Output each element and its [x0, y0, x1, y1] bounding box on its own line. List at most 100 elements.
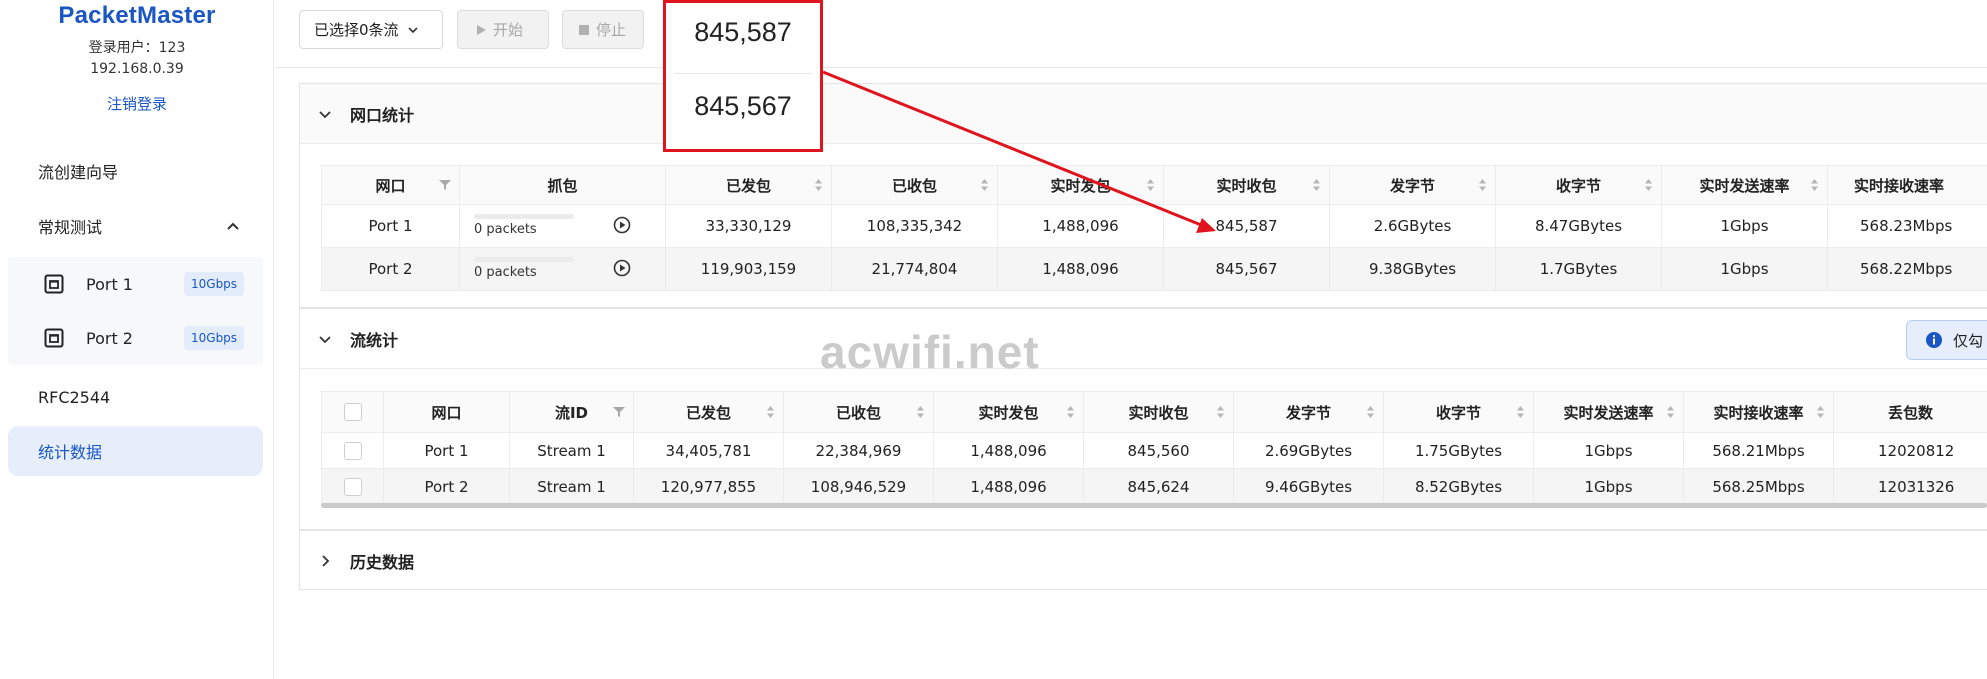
cell-rx-rate: 568.21Mbps — [1683, 432, 1834, 469]
horizontal-scrollbar[interactable] — [321, 503, 1987, 508]
row-checkbox[interactable] — [343, 477, 362, 496]
col-header-label: 实时发包 — [978, 403, 1039, 422]
sidebar-item-port1[interactable]: Port 1 10Gbps — [8, 257, 263, 311]
sidebar-item-label: Port 1 — [86, 274, 133, 294]
sort-icon[interactable] — [1312, 178, 1321, 192]
filter-icon[interactable] — [439, 179, 451, 191]
info-only-checked-button[interactable]: 仅勾 — [1906, 320, 1987, 360]
panel-title: 流统计 — [350, 330, 399, 350]
cell-recv: 21,774,804 — [831, 247, 998, 291]
col-header[interactable]: 实时发包 — [997, 165, 1164, 205]
row-checkbox[interactable] — [343, 441, 362, 460]
cell-bytes-sent: 9.46GBytes — [1233, 468, 1384, 505]
col-header[interactable]: 实时发送速率 — [1533, 391, 1684, 433]
cell-tx-rate: 1Gbps — [1533, 468, 1684, 505]
table-row: Port 1 Stream 1 34,405,781 22,384,969 1,… — [321, 432, 1987, 469]
col-header[interactable]: 实时收包 — [1083, 391, 1234, 433]
sidebar-item-flow-wizard[interactable]: 流创建向导 — [8, 146, 263, 196]
col-header[interactable]: 已发包 — [633, 391, 784, 433]
sidebar-item-label: 流创建向导 — [38, 163, 119, 182]
col-header-label: 流ID — [554, 403, 589, 422]
ethernet-port-icon — [44, 328, 64, 348]
sort-icon[interactable] — [1478, 178, 1487, 192]
col-header[interactable]: 已收包 — [783, 391, 934, 433]
cell-bytes-recv: 1.75GBytes — [1383, 432, 1534, 469]
cell-capture: 0 packets — [459, 247, 666, 291]
col-header-label: 实时收包 — [1128, 403, 1189, 422]
sort-icon[interactable] — [1366, 405, 1375, 419]
history-header[interactable]: 历史数据 — [300, 531, 1987, 591]
start-button[interactable]: 开始 — [457, 10, 549, 49]
col-header-label: 已发包 — [685, 403, 731, 422]
col-header[interactable]: 实时接收速率 — [1827, 165, 1987, 205]
flow-select-dropdown[interactable]: 已选择0条流 — [299, 10, 443, 49]
port-stats-header[interactable]: 网口统计 — [300, 84, 1987, 144]
col-header-label: 实时接收速率 — [1713, 403, 1804, 422]
col-header[interactable]: 流ID — [509, 391, 634, 433]
cell-sent: 120,977,855 — [633, 468, 784, 505]
sidebar-item-regular-test[interactable]: 常规测试 — [8, 201, 263, 251]
play-capture-icon[interactable] — [613, 259, 631, 277]
sort-icon[interactable] — [766, 405, 775, 419]
sidebar-item-label: 常规测试 — [38, 218, 103, 237]
col-header-label: 收字节 — [1435, 403, 1481, 422]
flow-stats-header[interactable]: 流统计 — [300, 309, 1987, 369]
filter-icon[interactable] — [613, 406, 625, 418]
cell-tx-rate: 1Gbps — [1661, 204, 1828, 248]
col-header[interactable]: 实时发送速率 — [1661, 165, 1828, 205]
sidebar-item-port2[interactable]: Port 2 10Gbps — [8, 311, 263, 365]
col-header-label: 实时发包 — [1050, 176, 1111, 195]
col-header-label: 收字节 — [1555, 176, 1601, 195]
device-ip: 192.168.0.39 — [90, 61, 184, 77]
sort-icon[interactable] — [1816, 405, 1825, 419]
select-all-header[interactable] — [321, 391, 384, 433]
sort-icon[interactable] — [814, 178, 823, 192]
stop-button-label: 停止 — [596, 21, 627, 39]
col-header[interactable]: 收字节 — [1383, 391, 1534, 433]
sort-icon[interactable] — [916, 405, 925, 419]
cell-port: Port 1 — [383, 432, 510, 469]
sort-icon[interactable] — [1146, 178, 1155, 192]
panel-title: 网口统计 — [350, 105, 415, 125]
stop-button[interactable]: 停止 — [562, 10, 644, 49]
flow-stats-table: 网口 流ID 已发包 已收包 实时发包 实时收包 发字节 收字节 实时发送速率 … — [321, 391, 1987, 505]
flow-select-label: 已选择0条流 — [314, 21, 399, 39]
cell-bytes-recv: 1.7GBytes — [1495, 247, 1662, 291]
col-header[interactable]: 实时接收速率 — [1683, 391, 1834, 433]
speed-badge: 10Gbps — [184, 326, 245, 350]
cell-rt-sent: 1,488,096 — [997, 204, 1164, 248]
play-capture-icon[interactable] — [613, 216, 631, 234]
sort-icon[interactable] — [1066, 405, 1075, 419]
col-header[interactable]: 已收包 — [831, 165, 998, 205]
logout-link[interactable]: 注销登录 — [0, 93, 274, 114]
sort-icon[interactable] — [1666, 405, 1675, 419]
row-select-cell[interactable] — [321, 432, 384, 469]
ethernet-port-icon — [44, 274, 64, 294]
col-header[interactable]: 实时发包 — [933, 391, 1084, 433]
sort-icon[interactable] — [1516, 405, 1525, 419]
col-header[interactable]: 收字节 — [1495, 165, 1662, 205]
col-header[interactable]: 发字节 — [1233, 391, 1384, 433]
cell-tx-rate: 1Gbps — [1533, 432, 1684, 469]
sort-icon[interactable] — [1810, 178, 1819, 192]
chevron-down-icon — [319, 111, 331, 119]
chevron-down-icon — [407, 26, 418, 33]
col-header[interactable]: 已发包 — [665, 165, 832, 205]
select-all-checkbox[interactable] — [343, 403, 362, 422]
row-select-cell[interactable] — [321, 468, 384, 505]
cell-bytes-sent: 2.69GBytes — [1233, 432, 1384, 469]
sort-icon[interactable] — [1644, 178, 1653, 192]
col-header[interactable]: 实时收包 — [1163, 165, 1330, 205]
col-header-label: 已收包 — [891, 176, 937, 195]
sort-icon[interactable] — [1216, 405, 1225, 419]
col-header[interactable]: 网口 — [321, 165, 460, 205]
cell-port: Port 2 — [321, 247, 460, 291]
sort-icon[interactable] — [980, 178, 989, 192]
sidebar-item-label: Port 2 — [86, 328, 133, 348]
col-header[interactable]: 丢包数 — [1833, 391, 1987, 433]
sidebar-item-statistics[interactable]: 统计数据 — [8, 426, 263, 476]
info-icon — [1926, 332, 1942, 348]
sidebar-item-rfc2544[interactable]: RFC2544 — [8, 372, 263, 422]
brand-logo: PacketMaster — [58, 2, 216, 29]
col-header[interactable]: 发字节 — [1329, 165, 1496, 205]
